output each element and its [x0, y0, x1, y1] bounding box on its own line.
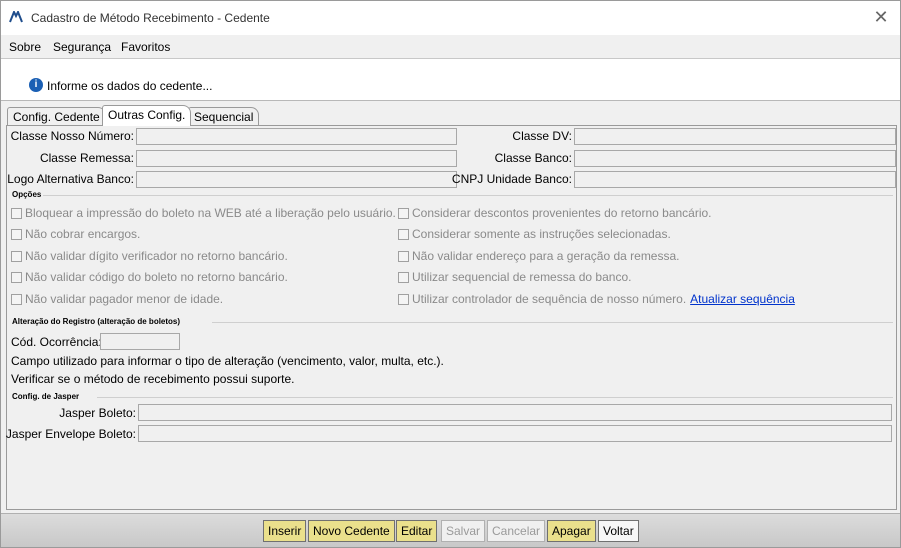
jasper-boleto-label: Jasper Boleto: — [59, 406, 136, 420]
checkbox-label: Não validar pagador menor de idade. — [25, 292, 224, 306]
checkbox-box[interactable] — [11, 207, 22, 219]
checkbox-label: Não validar código do boleto no retorno … — [25, 270, 288, 284]
checkbox-utilizar-controlador[interactable]: Utilizar controlador de sequência de nos… — [398, 292, 795, 306]
logo-alternativa-label: Logo Alternativa Banco: — [7, 172, 134, 186]
tab-outras-config[interactable]: Outras Config. — [102, 105, 192, 126]
checkbox-box[interactable] — [398, 207, 409, 219]
form-body: Config. Cedente Outras Config. Sequencia… — [1, 101, 900, 513]
checkbox-label: Considerar somente as instruções selecio… — [412, 227, 671, 241]
checkbox-nao-cobrar-encargos[interactable]: Não cobrar encargos. — [11, 227, 140, 241]
checkbox-box[interactable] — [398, 228, 409, 240]
checkbox-box[interactable] — [11, 250, 22, 262]
checkbox-considerar-descontos[interactable]: Considerar descontos provenientes do ret… — [398, 206, 712, 220]
novo-cedente-button[interactable]: Novo Cedente — [308, 520, 395, 542]
jasper-envelope-input[interactable] — [138, 425, 892, 442]
logo-alternativa-input[interactable] — [136, 171, 457, 188]
jasper-group-title: Config. de Jasper — [12, 392, 80, 401]
checkbox-box[interactable] — [11, 271, 22, 283]
checkbox-label: Não validar dígito verificador no retorn… — [25, 249, 288, 263]
jasper-envelope-label: Jasper Envelope Boleto: — [5, 427, 136, 441]
checkbox-nao-validar-digito[interactable]: Não validar dígito verificador no retorn… — [11, 249, 288, 263]
classe-remessa-label: Classe Remessa: — [39, 151, 134, 165]
button-bar: Inserir Novo Cedente Editar Salvar Cance… — [1, 513, 900, 547]
cod-ocorrencia-label: Cód. Ocorrência: — [11, 335, 102, 349]
alteracao-group-title: Alteração do Registro (alteração de bole… — [12, 317, 181, 326]
menu-favoritos[interactable]: Favoritos — [121, 40, 170, 54]
classe-nosso-numero-input[interactable] — [136, 128, 457, 145]
jasper-boleto-input[interactable] — [138, 404, 892, 421]
menu-seguranca[interactable]: Segurança — [53, 40, 111, 54]
opcoes-separator — [43, 195, 893, 196]
checkbox-nao-validar-pagador[interactable]: Não validar pagador menor de idade. — [11, 292, 223, 306]
opcoes-group-title: Opções — [12, 190, 42, 199]
checkbox-label: Utilizar controlador de sequência de nos… — [412, 292, 687, 306]
window: Cadastro de Método Recebimento - Cedente… — [0, 0, 901, 548]
checkbox-nao-validar-codigo[interactable]: Não validar código do boleto no retorno … — [11, 270, 288, 284]
voltar-button[interactable]: Voltar — [598, 520, 639, 542]
app-logo-icon — [9, 11, 23, 23]
alteracao-desc-2: Verificar se o método de recebimento pos… — [11, 372, 295, 386]
classe-banco-label: Classe Banco: — [494, 151, 572, 165]
checkbox-box[interactable] — [398, 271, 409, 283]
classe-banco-input[interactable] — [574, 150, 896, 167]
checkbox-box[interactable] — [11, 228, 22, 240]
checkbox-box[interactable] — [11, 293, 22, 305]
cod-ocorrencia-input[interactable] — [100, 333, 180, 350]
checkbox-box[interactable] — [398, 250, 409, 262]
cancelar-button[interactable]: Cancelar — [487, 520, 546, 542]
close-icon[interactable]: ✕ — [870, 6, 892, 28]
jasper-separator — [97, 397, 893, 398]
alteracao-separator — [212, 322, 893, 323]
alteracao-desc-1: Campo utilizado para informar o tipo de … — [11, 354, 444, 368]
window-title: Cadastro de Método Recebimento - Cedente — [31, 11, 270, 25]
info-icon: i — [29, 78, 43, 92]
checkbox-label: Utilizar sequencial de remessa do banco. — [412, 270, 632, 284]
checkbox-label: Bloquear a impressão do boleto na WEB at… — [25, 206, 396, 220]
tab-sequencial[interactable]: Sequencial — [188, 107, 260, 125]
atualizar-sequencia-link[interactable]: Atualizar sequência — [690, 292, 795, 306]
classe-dv-input[interactable] — [574, 128, 896, 145]
apagar-button[interactable]: Apagar — [547, 520, 596, 542]
salvar-button[interactable]: Salvar — [441, 520, 486, 542]
checkbox-nao-validar-endereco[interactable]: Não validar endereço para a geração da r… — [398, 249, 680, 263]
menu-sobre[interactable]: Sobre — [9, 40, 41, 54]
menu-bar: Sobre Segurança Favoritos — [1, 35, 900, 59]
classe-nosso-numero-label: Classe Nosso Número: — [10, 129, 134, 143]
inserir-button[interactable]: Inserir — [263, 520, 307, 542]
info-message: Informe os dados do cedente... — [47, 79, 213, 93]
checkbox-label: Considerar descontos provenientes do ret… — [412, 206, 712, 220]
checkbox-considerar-instrucoes[interactable]: Considerar somente as instruções selecio… — [398, 227, 671, 241]
cnpj-unidade-input[interactable] — [574, 171, 896, 188]
checkbox-box[interactable] — [398, 293, 409, 305]
info-bar: i Informe os dados do cedente... — [1, 60, 900, 101]
classe-remessa-input[interactable] — [136, 150, 457, 167]
classe-dv-label: Classe DV: — [512, 129, 572, 143]
checkbox-bloquear-impressao[interactable]: Bloquear a impressão do boleto na WEB at… — [11, 206, 396, 220]
title-bar: Cadastro de Método Recebimento - Cedente… — [1, 1, 900, 35]
cnpj-unidade-label: CNPJ Unidade Banco: — [451, 172, 572, 186]
checkbox-label: Não validar endereço para a geração da r… — [412, 249, 680, 263]
tab-panel: Classe Nosso Número: Classe DV: Classe R… — [6, 125, 897, 510]
checkbox-utilizar-sequencial[interactable]: Utilizar sequencial de remessa do banco. — [398, 270, 631, 284]
checkbox-label: Não cobrar encargos. — [25, 227, 141, 241]
editar-button[interactable]: Editar — [396, 520, 438, 542]
tab-config-cedente[interactable]: Config. Cedente — [7, 107, 106, 125]
